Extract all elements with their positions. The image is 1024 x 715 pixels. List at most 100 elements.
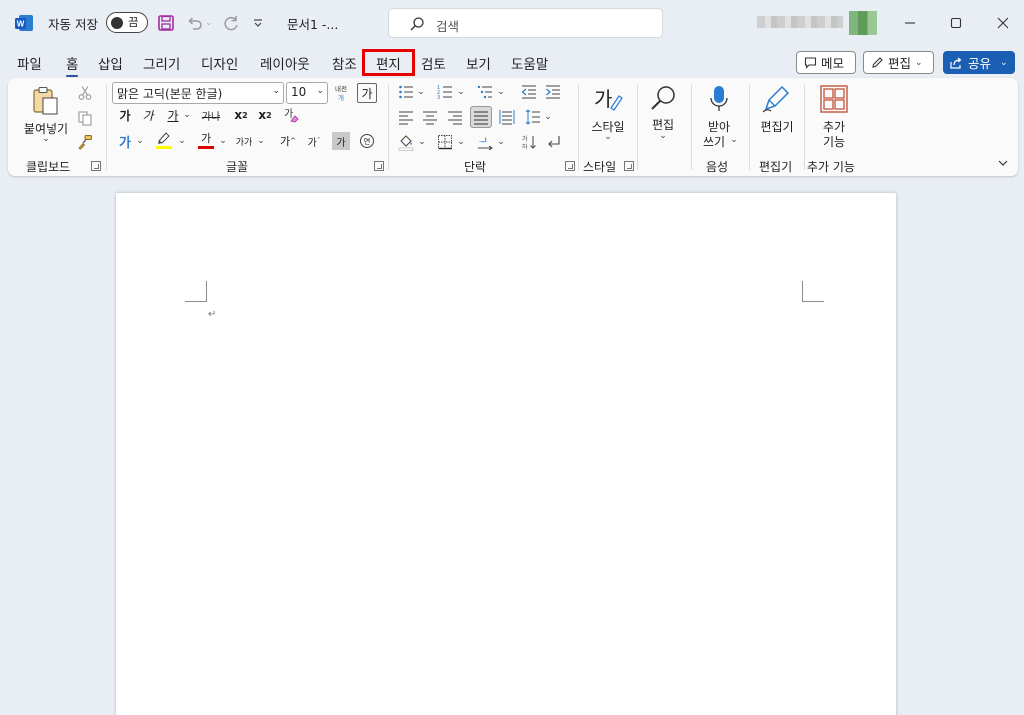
dictate-label-2[interactable]: 쓰기 <box>694 133 734 150</box>
font-color-dropdown-icon[interactable]: ⌄ <box>218 132 228 150</box>
maximize-icon[interactable] <box>946 13 966 33</box>
find-icon[interactable] <box>647 83 679 115</box>
align-left-icon[interactable] <box>397 108 415 126</box>
editing-dropdown-icon[interactable]: ⌄ <box>658 131 668 141</box>
change-case-icon[interactable]: 가가 <box>234 132 254 150</box>
undo-icon[interactable] <box>185 13 203 33</box>
search-box[interactable]: 검색 <box>388 8 663 38</box>
font-launcher-icon[interactable] <box>374 161 384 171</box>
add-ins-icon[interactable] <box>818 83 850 115</box>
tab-layout[interactable]: 레이아웃 <box>260 53 310 73</box>
styles-dropdown-icon[interactable]: ⌄ <box>603 132 613 142</box>
tab-draw[interactable]: 그리기 <box>143 53 180 73</box>
svg-text:가: 가 <box>284 108 293 120</box>
line-spacing-icon[interactable] <box>524 108 542 126</box>
document-page[interactable]: ↵ <box>116 193 896 715</box>
character-shading-icon[interactable]: 가 <box>332 132 350 150</box>
avatar[interactable] <box>849 11 877 35</box>
account-name[interactable] <box>757 16 843 28</box>
font-color-icon[interactable]: 가 <box>196 130 216 150</box>
editor-label[interactable]: 편집기 <box>754 118 800 135</box>
underline-dropdown-icon[interactable]: ⌄ <box>182 106 192 124</box>
highlight-dropdown-icon[interactable]: ⌄ <box>177 132 187 150</box>
paste-icon[interactable] <box>28 84 62 118</box>
document-title[interactable]: 문서1 -... <box>287 14 338 33</box>
undo-dropdown-icon[interactable]: ⌄ <box>205 13 213 33</box>
italic-icon[interactable]: 가 <box>139 106 157 124</box>
memo-label: 메모 <box>821 56 845 71</box>
multilevel-list-icon[interactable] <box>476 83 494 101</box>
editing-mode-button[interactable]: 편집 ⌄ <box>863 51 934 74</box>
editor-icon[interactable] <box>760 83 792 115</box>
memo-button[interactable]: 메모 <box>796 51 856 74</box>
tab-help[interactable]: 도움말 <box>511 53 548 73</box>
tab-design[interactable]: 디자인 <box>201 53 238 73</box>
grow-font-icon[interactable]: 가 ^ <box>279 132 297 150</box>
align-right-icon[interactable] <box>446 108 464 126</box>
font-name-combo[interactable]: 맑은 고딕(본문 한글) ⌄ <box>112 82 284 104</box>
borders-icon[interactable] <box>436 133 454 151</box>
text-highlight-icon[interactable] <box>154 130 174 150</box>
text-effects-dropdown-icon[interactable]: ⌄ <box>135 132 145 150</box>
styles-icon[interactable]: 가 <box>592 83 624 115</box>
bullets-dropdown-icon[interactable]: ⌄ <box>416 83 426 101</box>
clear-formatting-icon[interactable]: 가 <box>281 106 301 124</box>
multilevel-dropdown-icon[interactable]: ⌄ <box>496 83 506 101</box>
sort-icon[interactable]: 가하 <box>520 133 538 151</box>
increase-font-size-icon[interactable]: 내전 개 <box>332 82 350 104</box>
share-button[interactable]: 공유 ⌄ <box>943 51 1015 74</box>
minimize-icon[interactable] <box>900 13 920 33</box>
bold-icon[interactable]: 가 <box>116 106 134 124</box>
font-size-combo[interactable]: 10 ⌄ <box>286 82 328 104</box>
borders-dropdown-icon[interactable]: ⌄ <box>456 133 466 151</box>
change-case-dropdown-icon[interactable]: ⌄ <box>256 132 266 150</box>
cut-icon[interactable] <box>76 84 94 102</box>
align-center-icon[interactable] <box>421 108 439 126</box>
autosave-toggle[interactable]: 끔 <box>106 12 148 33</box>
decrease-indent-icon[interactable] <box>520 83 538 101</box>
numbering-dropdown-icon[interactable]: ⌄ <box>456 83 466 101</box>
enclose-characters-icon[interactable]: 연 <box>358 132 376 150</box>
underline-icon[interactable]: 가 <box>164 106 182 124</box>
shading-dropdown-icon[interactable]: ⌄ <box>417 133 427 151</box>
shading-icon[interactable] <box>397 133 415 151</box>
add-ins-label-2[interactable]: 기능 <box>814 133 854 150</box>
superscript-icon[interactable]: x2 <box>256 106 274 124</box>
edit-mode-label: 편집 <box>888 56 912 71</box>
tab-home[interactable]: 홈 <box>66 53 79 77</box>
margin-corner-top-left <box>185 281 207 302</box>
clipboard-launcher-icon[interactable] <box>91 161 101 171</box>
format-painter-icon[interactable] <box>76 133 94 151</box>
tab-insert[interactable]: 삽입 <box>98 53 123 73</box>
asian-layout-dropdown-icon[interactable]: ⌄ <box>496 133 506 151</box>
tab-view[interactable]: 보기 <box>466 53 491 73</box>
subscript-icon[interactable]: x2 <box>232 106 250 124</box>
justify-icon[interactable] <box>470 106 492 128</box>
paste-dropdown-icon[interactable]: ⌄ <box>41 134 51 144</box>
close-icon[interactable] <box>993 13 1013 33</box>
character-border-icon[interactable]: 가 <box>357 83 377 103</box>
redo-icon[interactable] <box>222 13 240 33</box>
save-icon[interactable] <box>157 13 175 33</box>
asian-layout-icon[interactable]: ᅷ <box>476 133 494 151</box>
paragraph-launcher-icon[interactable] <box>565 161 575 171</box>
tab-review[interactable]: 검토 <box>421 53 446 73</box>
dictate-dropdown-icon[interactable]: ⌄ <box>729 135 739 145</box>
show-paragraph-marks-icon[interactable] <box>544 133 562 151</box>
text-effects-icon[interactable]: 가 <box>116 132 134 151</box>
customize-toolbar-icon[interactable] <box>252 13 264 33</box>
bullets-icon[interactable] <box>397 83 415 101</box>
line-spacing-dropdown-icon[interactable]: ⌄ <box>543 108 553 126</box>
tab-file[interactable]: 파일 <box>17 53 42 73</box>
microphone-icon[interactable] <box>705 83 733 115</box>
copy-icon[interactable] <box>76 109 94 127</box>
tab-references[interactable]: 참조 <box>332 53 357 73</box>
shrink-font-icon[interactable]: 가ˇ <box>305 132 323 150</box>
collapse-ribbon-icon[interactable] <box>996 156 1010 170</box>
distributed-icon[interactable] <box>498 108 516 126</box>
increase-indent-icon[interactable] <box>544 83 562 101</box>
numbering-icon[interactable]: 123 <box>436 83 454 101</box>
search-placeholder: 검색 <box>436 19 460 34</box>
styles-launcher-icon[interactable] <box>624 161 634 171</box>
strikethrough-icon[interactable]: 가나 <box>201 106 221 124</box>
